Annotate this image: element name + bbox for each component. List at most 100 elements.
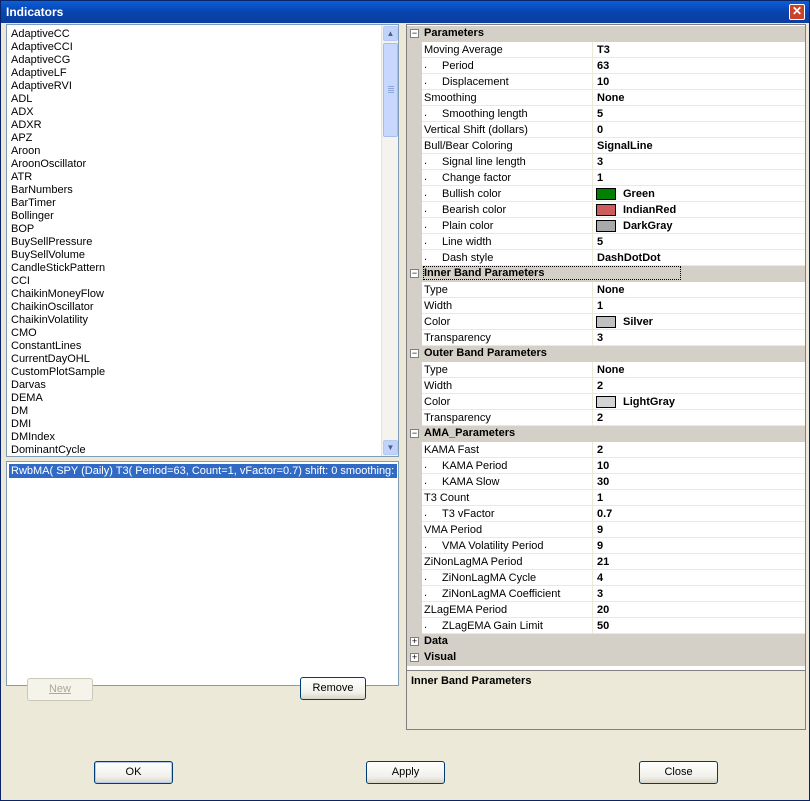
property-value-cell[interactable]: 10: [593, 74, 805, 90]
list-item[interactable]: AdaptiveCG: [11, 54, 105, 67]
property-row[interactable]: Width 1: [407, 298, 805, 314]
list-item[interactable]: BOP: [11, 223, 105, 236]
list-item[interactable]: ChaikinMoneyFlow: [11, 288, 105, 301]
collapse-icon[interactable]: −: [410, 349, 419, 358]
collapse-icon[interactable]: −: [410, 29, 419, 38]
property-row[interactable]: . Smoothing length 5: [407, 106, 805, 122]
property-row[interactable]: Color LightGray: [407, 394, 805, 410]
list-item[interactable]: Aroon: [11, 145, 105, 158]
list-item[interactable]: AdaptiveLF: [11, 67, 105, 80]
list-item[interactable]: AdaptiveRVI: [11, 80, 105, 93]
property-value-cell[interactable]: DashDotDot: [593, 250, 805, 266]
property-name-cell[interactable]: . Change factor: [422, 170, 593, 186]
property-name-cell[interactable]: . ZLagEMA Gain Limit: [422, 618, 593, 634]
property-row[interactable]: Moving Average T3: [407, 42, 805, 58]
property-value-cell[interactable]: DarkGray: [593, 218, 805, 234]
category-row[interactable]: − Inner Band Parameters: [407, 266, 805, 282]
list-item[interactable]: ConstantLines: [11, 340, 105, 353]
category-row[interactable]: + Visual: [407, 650, 805, 666]
property-name-cell[interactable]: . ZiNonLagMA Coefficient: [422, 586, 593, 602]
property-value-cell[interactable]: 2: [593, 378, 805, 394]
property-row[interactable]: . Period 63: [407, 58, 805, 74]
list-item[interactable]: ADL: [11, 93, 105, 106]
list-item[interactable]: CMO: [11, 327, 105, 340]
property-value-cell[interactable]: 50: [593, 618, 805, 634]
remove-button[interactable]: Remove: [300, 677, 366, 700]
property-row[interactable]: Transparency 2: [407, 410, 805, 426]
expand-icon[interactable]: +: [410, 653, 419, 662]
property-row[interactable]: ZLagEMA Period 20: [407, 602, 805, 618]
list-item[interactable]: DEMA: [11, 392, 105, 405]
list-item[interactable]: DM: [11, 405, 105, 418]
property-row[interactable]: T3 Count 1: [407, 490, 805, 506]
list-item[interactable]: AroonOscillator: [11, 158, 105, 171]
property-row[interactable]: . ZiNonLagMA Coefficient 3: [407, 586, 805, 602]
list-item[interactable]: AdaptiveCC: [11, 28, 105, 41]
property-row[interactable]: . KAMA Period 10: [407, 458, 805, 474]
list-item[interactable]: ChaikinVolatility: [11, 314, 105, 327]
property-name-cell[interactable]: Width: [422, 298, 593, 314]
property-row[interactable]: . VMA Volatility Period 9: [407, 538, 805, 554]
property-name-cell[interactable]: . Dash style: [422, 250, 593, 266]
title-bar[interactable]: Indicators ✕: [1, 1, 809, 23]
scroll-thumb[interactable]: [383, 43, 398, 137]
property-name-cell[interactable]: KAMA Fast: [422, 442, 593, 458]
scroll-up-icon[interactable]: ▲: [383, 26, 398, 41]
ok-button[interactable]: OK: [94, 761, 173, 784]
property-row[interactable]: . Displacement 10: [407, 74, 805, 90]
property-value-cell[interactable]: LightGray: [593, 394, 805, 410]
property-name-cell[interactable]: T3 Count: [422, 490, 593, 506]
property-name-cell[interactable]: . Bearish color: [422, 202, 593, 218]
property-row[interactable]: . ZiNonLagMA Cycle 4: [407, 570, 805, 586]
property-name-cell[interactable]: . Signal line length: [422, 154, 593, 170]
property-value-cell[interactable]: 2: [593, 442, 805, 458]
indicator-list-scrollbar[interactable]: ▲ ▼: [381, 25, 398, 456]
property-name-cell[interactable]: . Line width: [422, 234, 593, 250]
list-item[interactable]: BuySellVolume: [11, 249, 105, 262]
list-item[interactable]: ADXR: [11, 119, 105, 132]
property-name-cell[interactable]: . ZiNonLagMA Cycle: [422, 570, 593, 586]
property-value-cell[interactable]: 5: [593, 234, 805, 250]
property-row[interactable]: . Line width 5: [407, 234, 805, 250]
property-name-cell[interactable]: Type: [422, 282, 593, 298]
property-row[interactable]: Type None: [407, 362, 805, 378]
property-row[interactable]: . Dash style DashDotDot: [407, 250, 805, 266]
property-value-cell[interactable]: T3: [593, 42, 805, 58]
property-row[interactable]: KAMA Fast 2: [407, 442, 805, 458]
property-value-cell[interactable]: 1: [593, 298, 805, 314]
property-name-cell[interactable]: ZiNonLagMA Period: [422, 554, 593, 570]
category-row[interactable]: − Parameters: [407, 26, 805, 42]
property-name-cell[interactable]: Color: [422, 394, 593, 410]
property-row[interactable]: Width 2: [407, 378, 805, 394]
property-row[interactable]: . Signal line length 3: [407, 154, 805, 170]
property-row[interactable]: . Bearish color IndianRed: [407, 202, 805, 218]
property-name-cell[interactable]: . Displacement: [422, 74, 593, 90]
property-name-cell[interactable]: Transparency: [422, 410, 593, 426]
list-item[interactable]: Bollinger: [11, 210, 105, 223]
property-name-cell[interactable]: . KAMA Period: [422, 458, 593, 474]
property-value-cell[interactable]: 3: [593, 586, 805, 602]
property-row[interactable]: Smoothing None: [407, 90, 805, 106]
property-row[interactable]: . Plain color DarkGray: [407, 218, 805, 234]
property-row[interactable]: . KAMA Slow 30: [407, 474, 805, 490]
property-row[interactable]: Transparency 3: [407, 330, 805, 346]
list-item[interactable]: BarNumbers: [11, 184, 105, 197]
category-row[interactable]: + Data: [407, 634, 805, 650]
property-name-cell[interactable]: . Bullish color: [422, 186, 593, 202]
close-icon[interactable]: ✕: [789, 4, 805, 20]
close-button[interactable]: Close: [639, 761, 718, 784]
property-name-cell[interactable]: Color: [422, 314, 593, 330]
property-value-cell[interactable]: 3: [593, 154, 805, 170]
property-value-cell[interactable]: 1: [593, 170, 805, 186]
property-row[interactable]: Bull/Bear Coloring SignalLine: [407, 138, 805, 154]
property-value-cell[interactable]: Green: [593, 186, 805, 202]
list-item[interactable]: ChaikinOscillator: [11, 301, 105, 314]
property-row[interactable]: . T3 vFactor 0.7: [407, 506, 805, 522]
property-value-cell[interactable]: IndianRed: [593, 202, 805, 218]
collapse-icon[interactable]: −: [410, 429, 419, 438]
property-value-cell[interactable]: 30: [593, 474, 805, 490]
new-button[interactable]: New: [27, 678, 93, 701]
property-name-cell[interactable]: Type: [422, 362, 593, 378]
property-row[interactable]: . ZLagEMA Gain Limit 50: [407, 618, 805, 634]
list-item[interactable]: Darvas: [11, 379, 105, 392]
